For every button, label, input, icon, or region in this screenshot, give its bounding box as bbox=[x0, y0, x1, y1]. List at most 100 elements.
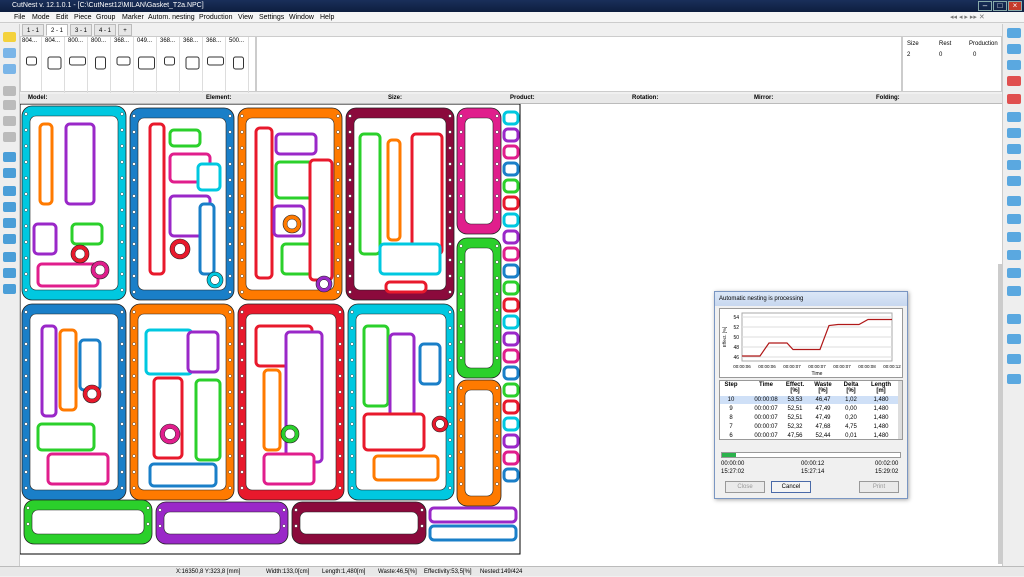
bolt-hole[interactable] bbox=[240, 178, 244, 182]
bolt-hole[interactable] bbox=[459, 260, 463, 264]
bolt-hole[interactable] bbox=[228, 438, 232, 442]
tile-icon[interactable] bbox=[1007, 268, 1021, 278]
bolt-hole[interactable] bbox=[228, 210, 232, 214]
table-row[interactable]: 8 00:00:07 52,51 47,49 0,20 1,480 bbox=[720, 414, 898, 422]
menu-view[interactable]: View bbox=[238, 13, 253, 22]
bolt-hole[interactable] bbox=[448, 486, 452, 490]
bolt-hole[interactable] bbox=[132, 438, 136, 442]
gasket-small[interactable] bbox=[386, 138, 402, 242]
tiny-gasket[interactable] bbox=[502, 195, 520, 211]
bolt-hole[interactable] bbox=[459, 194, 463, 198]
bolt-hole[interactable] bbox=[459, 418, 463, 422]
bolt-hole[interactable] bbox=[282, 508, 286, 512]
bolt-hole[interactable] bbox=[495, 418, 499, 422]
bolt-hole[interactable] bbox=[228, 358, 232, 362]
zoom-out-icon[interactable] bbox=[3, 100, 16, 110]
bolt-hole[interactable] bbox=[350, 406, 354, 410]
ring-gasket-hole[interactable] bbox=[435, 419, 445, 429]
bolt-hole[interactable] bbox=[24, 390, 28, 394]
rotate-90-icon[interactable] bbox=[3, 218, 16, 228]
group-icon[interactable] bbox=[3, 202, 16, 212]
bolt-hole[interactable] bbox=[132, 226, 136, 230]
bolt-hole[interactable] bbox=[240, 258, 244, 262]
bolt-hole[interactable] bbox=[146, 506, 150, 510]
ring-gasket-hole[interactable] bbox=[319, 279, 329, 289]
bolt-hole[interactable] bbox=[24, 470, 28, 474]
bolt-hole[interactable] bbox=[132, 358, 136, 362]
bolt-hole[interactable] bbox=[495, 402, 499, 406]
bolt-hole[interactable] bbox=[338, 470, 342, 474]
tiny-gasket[interactable] bbox=[502, 127, 520, 143]
table-row[interactable]: 6 00:00:07 47,56 52,44 0,01 1,480 bbox=[720, 432, 898, 440]
bolt-hole[interactable] bbox=[350, 342, 354, 346]
bolt-hole[interactable] bbox=[240, 406, 244, 410]
plot-icon[interactable] bbox=[1007, 374, 1021, 384]
bolt-hole[interactable] bbox=[240, 114, 244, 118]
bolt-hole[interactable] bbox=[24, 342, 28, 346]
bolt-hole[interactable] bbox=[132, 274, 136, 278]
tiny-gasket[interactable] bbox=[502, 399, 520, 415]
menu-edit[interactable]: Edit bbox=[56, 13, 68, 22]
bolt-hole[interactable] bbox=[240, 326, 244, 330]
bolt-hole[interactable] bbox=[338, 342, 342, 346]
table-row[interactable]: 10 00:00:08 53,53 46,47 1,02 1,480 bbox=[720, 396, 898, 404]
distance-icon[interactable] bbox=[3, 268, 16, 278]
bolt-hole[interactable] bbox=[24, 176, 28, 180]
gasket-small[interactable] bbox=[32, 222, 58, 256]
gasket-small[interactable] bbox=[40, 324, 58, 418]
bolt-hole[interactable] bbox=[228, 242, 232, 246]
bolt-hole[interactable] bbox=[132, 326, 136, 330]
bolt-hole[interactable] bbox=[132, 258, 136, 262]
bolt-hole[interactable] bbox=[132, 406, 136, 410]
bolt-hole[interactable] bbox=[448, 310, 452, 314]
bolt-hole[interactable] bbox=[495, 434, 499, 438]
bolt-hole[interactable] bbox=[120, 326, 124, 330]
bolt-hole[interactable] bbox=[240, 162, 244, 166]
bolt-hole[interactable] bbox=[350, 310, 354, 314]
bolt-hole[interactable] bbox=[24, 374, 28, 378]
gasket-small[interactable] bbox=[410, 132, 444, 256]
menu-group[interactable]: Group bbox=[96, 13, 115, 22]
bolt-hole[interactable] bbox=[348, 258, 352, 262]
ring-gasket-hole[interactable] bbox=[286, 218, 298, 230]
zoom-window-icon[interactable] bbox=[3, 132, 16, 142]
gasket-small[interactable] bbox=[384, 280, 428, 294]
menu-settings[interactable]: Settings bbox=[259, 13, 284, 22]
bolt-hole[interactable] bbox=[448, 358, 452, 362]
bolt-hole[interactable] bbox=[459, 276, 463, 280]
bolt-hole[interactable] bbox=[228, 470, 232, 474]
bolt-hole[interactable] bbox=[459, 386, 463, 390]
tiny-gasket[interactable] bbox=[502, 382, 520, 398]
bolt-hole[interactable] bbox=[120, 112, 124, 116]
bolt-hole[interactable] bbox=[120, 422, 124, 426]
tab-1-1[interactable]: 1 - 1 bbox=[22, 24, 44, 36]
tiny-gasket[interactable] bbox=[502, 161, 520, 177]
gasket-small[interactable] bbox=[418, 342, 442, 386]
bolt-hole[interactable] bbox=[348, 114, 352, 118]
multi-select-icon[interactable] bbox=[3, 48, 16, 58]
bolt-hole[interactable] bbox=[240, 146, 244, 150]
bolt-hole[interactable] bbox=[120, 208, 124, 212]
bolt-hole[interactable] bbox=[132, 310, 136, 314]
bolt-hole[interactable] bbox=[338, 422, 342, 426]
bolt-hole[interactable] bbox=[132, 146, 136, 150]
bolt-hole[interactable] bbox=[495, 466, 499, 470]
pack-icon[interactable] bbox=[1007, 232, 1021, 242]
bolt-hole[interactable] bbox=[350, 390, 354, 394]
bolt-hole[interactable] bbox=[448, 146, 452, 150]
bolt-hole[interactable] bbox=[448, 422, 452, 426]
export-icon[interactable] bbox=[1007, 44, 1021, 54]
bolt-hole[interactable] bbox=[24, 192, 28, 196]
bolt-hole[interactable] bbox=[448, 274, 452, 278]
bolt-hole[interactable] bbox=[459, 450, 463, 454]
ring-gasket-hole[interactable] bbox=[94, 264, 106, 276]
tiny-gasket[interactable] bbox=[502, 110, 520, 126]
bolt-hole[interactable] bbox=[240, 194, 244, 198]
marker-icon[interactable] bbox=[1007, 286, 1021, 296]
gasket-green-tall-opening[interactable] bbox=[464, 247, 494, 369]
bolt-hole[interactable] bbox=[132, 470, 136, 474]
flip-icon[interactable] bbox=[3, 168, 16, 178]
bolt-hole[interactable] bbox=[459, 114, 463, 118]
bolt-hole[interactable] bbox=[132, 422, 136, 426]
bolt-hole[interactable] bbox=[228, 290, 232, 294]
